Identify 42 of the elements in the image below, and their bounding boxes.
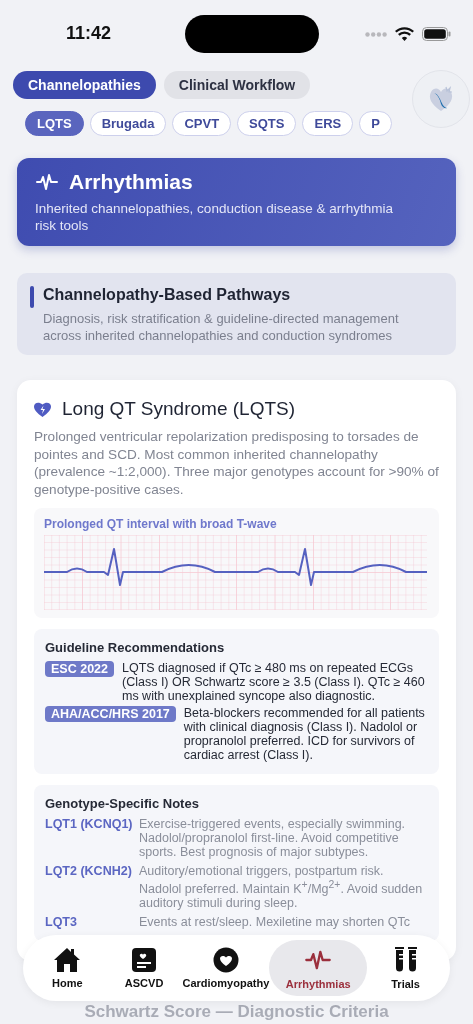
hero-title: Arrhythmias: [69, 170, 193, 194]
heart-bolt-icon: [34, 401, 51, 417]
tab-item[interactable]: Arrhythmias: [269, 940, 368, 996]
guideline-text: Beta-blockers recommended for all patients with clinical diagnosis (Class I). Nadolol or propranolol preferred. ICD for survivors of cardiac arrest (Class I).: [183, 706, 426, 762]
filter-chip[interactable]: ERS: [302, 111, 354, 136]
pathway-description: Diagnosis, risk stratification & guideline-directed management across inherited channelopathies and conduction syndromes: [43, 310, 400, 344]
genotype-note: Exercise-triggered events, especially swimming. Nadolol/propranolol first-line. Avoid competitive sports. Best prognosis of major subtypes.: [139, 817, 407, 859]
house-icon: [53, 947, 82, 973]
section-title: Genotype-Specific Notes: [45, 796, 200, 811]
filter-chip[interactable]: Brugada: [89, 111, 167, 136]
card-description: Prolonged ventricular repolarization predisposing to torsades de pointes and SCD. Most common inherited channelopathy (prevalence ~1:2,000). Three major genotypes account for >90% of genotype-positive cases.: [34, 428, 439, 498]
filter-chip[interactable]: LQTS: [25, 111, 84, 136]
filter-chip[interactable]: P: [359, 111, 392, 136]
genotype-note: Auditory/emotional triggers, postpartum risk. Nadolol preferred. Maintain K$^{+}$/Mg$^{2+}$. Avoid sudden auditory stimuli during sleep.: [139, 864, 424, 911]
hero-subtitle: Inherited channelopathies, conduction disease & arrhythmia risk tools: [35, 200, 394, 234]
tab-item[interactable]: Home: [29, 940, 106, 996]
heart-card-icon: [131, 947, 158, 973]
tab-item[interactable]: ASCVD: [105, 940, 183, 996]
guideline-badge: AHA/ACC/HRS 2017: [45, 706, 176, 722]
accent-bar: [30, 286, 34, 308]
section-heading: Schwartz Score — Diagnostic Criteria: [83, 1003, 390, 1022]
filter-chip[interactable]: CPVT: [172, 111, 232, 136]
genotype-note: Events at rest/sleep. Mexiletine may shorten QTc: [139, 915, 411, 930]
segment-tab[interactable]: Channelopathies: [13, 71, 156, 99]
test-tubes-icon: [392, 946, 419, 974]
genotype-label: LQT1 (KCNQ1): [45, 817, 134, 833]
signal-dots-icon: [365, 31, 387, 37]
wifi-icon: [395, 27, 414, 41]
tab-item[interactable]: Cardiomyopathy: [182, 940, 270, 996]
card-title: Long QT Syndrome (LQTS): [62, 398, 296, 420]
guideline-badge: ESC 2022: [45, 661, 114, 677]
segment-tab[interactable]: Clinical Workflow: [163, 71, 311, 99]
status-time: 11:42: [66, 22, 112, 44]
guideline-text: LQTS diagnosed if QTc ≥ 480 ms on repeated ECGs (Class I) OR Schwartz score ≥ 3.5 (Class I). QTc ≥ 460 ms with unexplained syncope also diagnostic.: [122, 661, 426, 703]
genotype-label: LQT2 (KCNH2): [45, 864, 133, 880]
ecg-caption: Prolonged QT interval with broad T-wave: [44, 517, 278, 531]
tab-item[interactable]: Trials: [367, 940, 444, 996]
pathway-title: Channelopathy-Based Pathways: [43, 286, 292, 304]
battery-icon: [422, 27, 451, 41]
filter-chip[interactable]: SQTS: [237, 111, 297, 136]
section-title: Guideline Recommendations: [45, 640, 226, 655]
genotype-label: LQT3: [45, 915, 78, 930]
